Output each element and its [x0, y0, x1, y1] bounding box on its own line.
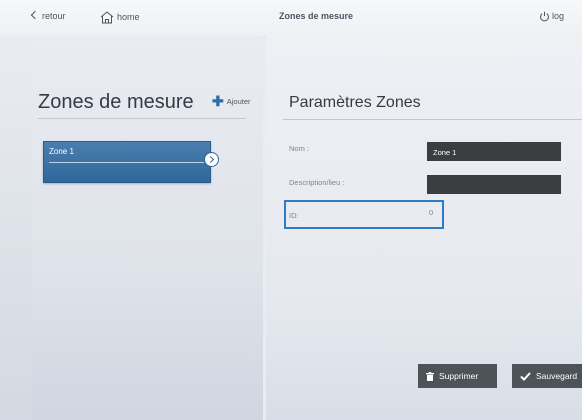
description-label: Description/lieu : [289, 178, 345, 187]
name-label: Nom : [289, 144, 310, 153]
delete-button[interactable]: Supprimer [418, 364, 497, 388]
id-value: 0 [429, 208, 434, 217]
top-bar: retour home Zones de mesure log [0, 0, 582, 37]
logout-label: log [552, 11, 565, 21]
heading-divider [38, 118, 246, 119]
id-label: ID: [289, 211, 299, 220]
chevron-left-icon [30, 10, 40, 20]
zone-item-divider [49, 162, 204, 163]
delete-label: Supprimer [439, 371, 479, 381]
power-icon [540, 11, 549, 22]
id-highlight-box [284, 200, 444, 229]
home-icon [100, 11, 114, 24]
settings-divider [283, 119, 582, 120]
add-zone-button[interactable]: ✚ Ajouter [212, 93, 251, 110]
page-title: Zones de mesure [279, 11, 354, 21]
description-field[interactable] [427, 175, 561, 194]
home-label: home [117, 12, 140, 22]
chevron-right-icon[interactable] [204, 152, 219, 167]
save-button[interactable]: Sauvegard [512, 364, 582, 388]
zone-list-item[interactable]: Zone 1 [43, 141, 211, 183]
name-field[interactable]: Zone 1 [427, 142, 561, 161]
save-label: Sauvegard [536, 371, 578, 381]
home-button[interactable]: home [100, 11, 140, 24]
trash-icon [426, 372, 434, 381]
settings-heading: Paramètres Zones [289, 94, 421, 111]
back-button[interactable]: retour [30, 10, 66, 21]
logout-button[interactable]: log [539, 11, 564, 22]
zones-list-heading: Zones de mesure [38, 91, 194, 113]
left-margin [0, 36, 32, 420]
add-zone-label: Ajouter [226, 97, 251, 106]
back-label: retour [42, 11, 66, 21]
zone-item-label: Zone 1 [49, 147, 74, 156]
check-icon [520, 372, 531, 381]
plus-icon: ✚ [212, 93, 224, 109]
